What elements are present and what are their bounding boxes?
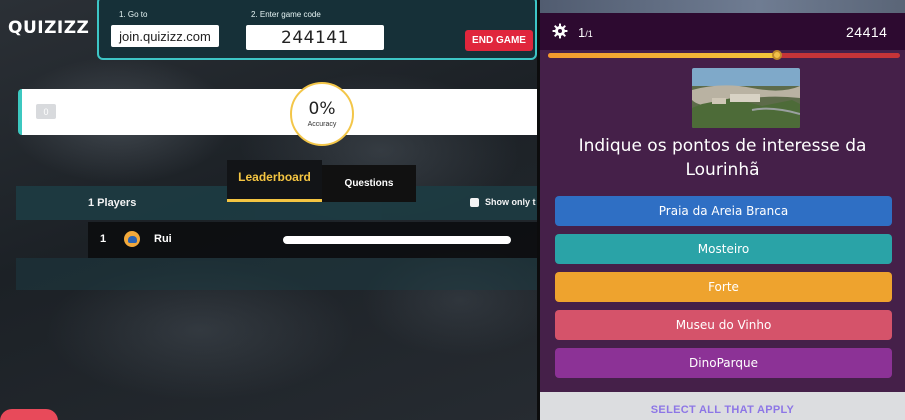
host-tabs: Leaderboard Questions bbox=[227, 160, 416, 202]
leaderboard-empty-row bbox=[16, 258, 545, 290]
avatar bbox=[124, 231, 140, 247]
game-code: 244141 bbox=[246, 25, 384, 50]
gear-icon[interactable] bbox=[552, 23, 568, 39]
join-url: join.quizizz.com bbox=[111, 25, 219, 47]
join-panel: 1. Go to 2. Enter game code join.quizizz… bbox=[97, 0, 537, 60]
player-topbar: 1/1 24414 bbox=[540, 13, 905, 50]
host-dashboard: QUIZIZZ 1. Go to 2. Enter game code join… bbox=[0, 0, 545, 420]
accuracy-badge: 0% Accuracy bbox=[290, 82, 354, 146]
progress-chip: 0 bbox=[36, 104, 56, 119]
answer-option-2[interactable]: Mosteiro bbox=[555, 234, 892, 264]
accuracy-label: Accuracy bbox=[307, 120, 337, 128]
question-image bbox=[692, 68, 800, 128]
show-only-label: Show only t bbox=[485, 197, 536, 207]
timer-bar bbox=[548, 50, 900, 60]
answer-option-3[interactable]: Forte bbox=[555, 272, 892, 302]
step1-label: 1. Go to bbox=[119, 10, 148, 19]
question-total: /1 bbox=[585, 29, 593, 39]
question-text: Indique os pontos de interesse da Lourin… bbox=[578, 136, 867, 180]
player-view: 1/1 24414 Indique os pontos de interesse… bbox=[540, 0, 905, 420]
player-progress-bar bbox=[283, 236, 511, 244]
avatar-face-icon bbox=[127, 235, 137, 243]
show-only-checkbox[interactable] bbox=[470, 197, 479, 207]
answer-option-5[interactable]: DinoParque bbox=[555, 348, 892, 378]
table-row[interactable]: 1 Rui bbox=[88, 222, 538, 258]
answer-option-4[interactable]: Museu do Vinho bbox=[555, 310, 892, 340]
step2-label: 2. Enter game code bbox=[251, 10, 321, 19]
red-corner-button[interactable] bbox=[0, 409, 58, 420]
accuracy-value: 0% bbox=[308, 98, 336, 119]
quizizz-logo: QUIZIZZ bbox=[8, 18, 90, 38]
player-rank: 1 bbox=[100, 233, 107, 245]
timer-fill bbox=[548, 53, 777, 58]
tab-leaderboard[interactable]: Leaderboard bbox=[227, 160, 322, 202]
select-all-hint: SELECT ALL THAT APPLY bbox=[540, 392, 905, 420]
timer-knob bbox=[771, 50, 782, 60]
progress-panel: 0 bbox=[18, 89, 545, 135]
top-strip bbox=[540, 0, 905, 13]
answer-option-1[interactable]: Praia da Areia Branca bbox=[555, 196, 892, 226]
show-only-toggle[interactable]: Show only t bbox=[470, 197, 536, 207]
players-count: 1 Players bbox=[88, 197, 137, 209]
end-game-button[interactable]: END GAME bbox=[465, 30, 533, 51]
tab-questions[interactable]: Questions bbox=[322, 165, 416, 202]
player-game-code: 24414 bbox=[846, 24, 888, 40]
player-name: Rui bbox=[154, 233, 172, 245]
question-counter: 1/1 bbox=[578, 25, 593, 40]
